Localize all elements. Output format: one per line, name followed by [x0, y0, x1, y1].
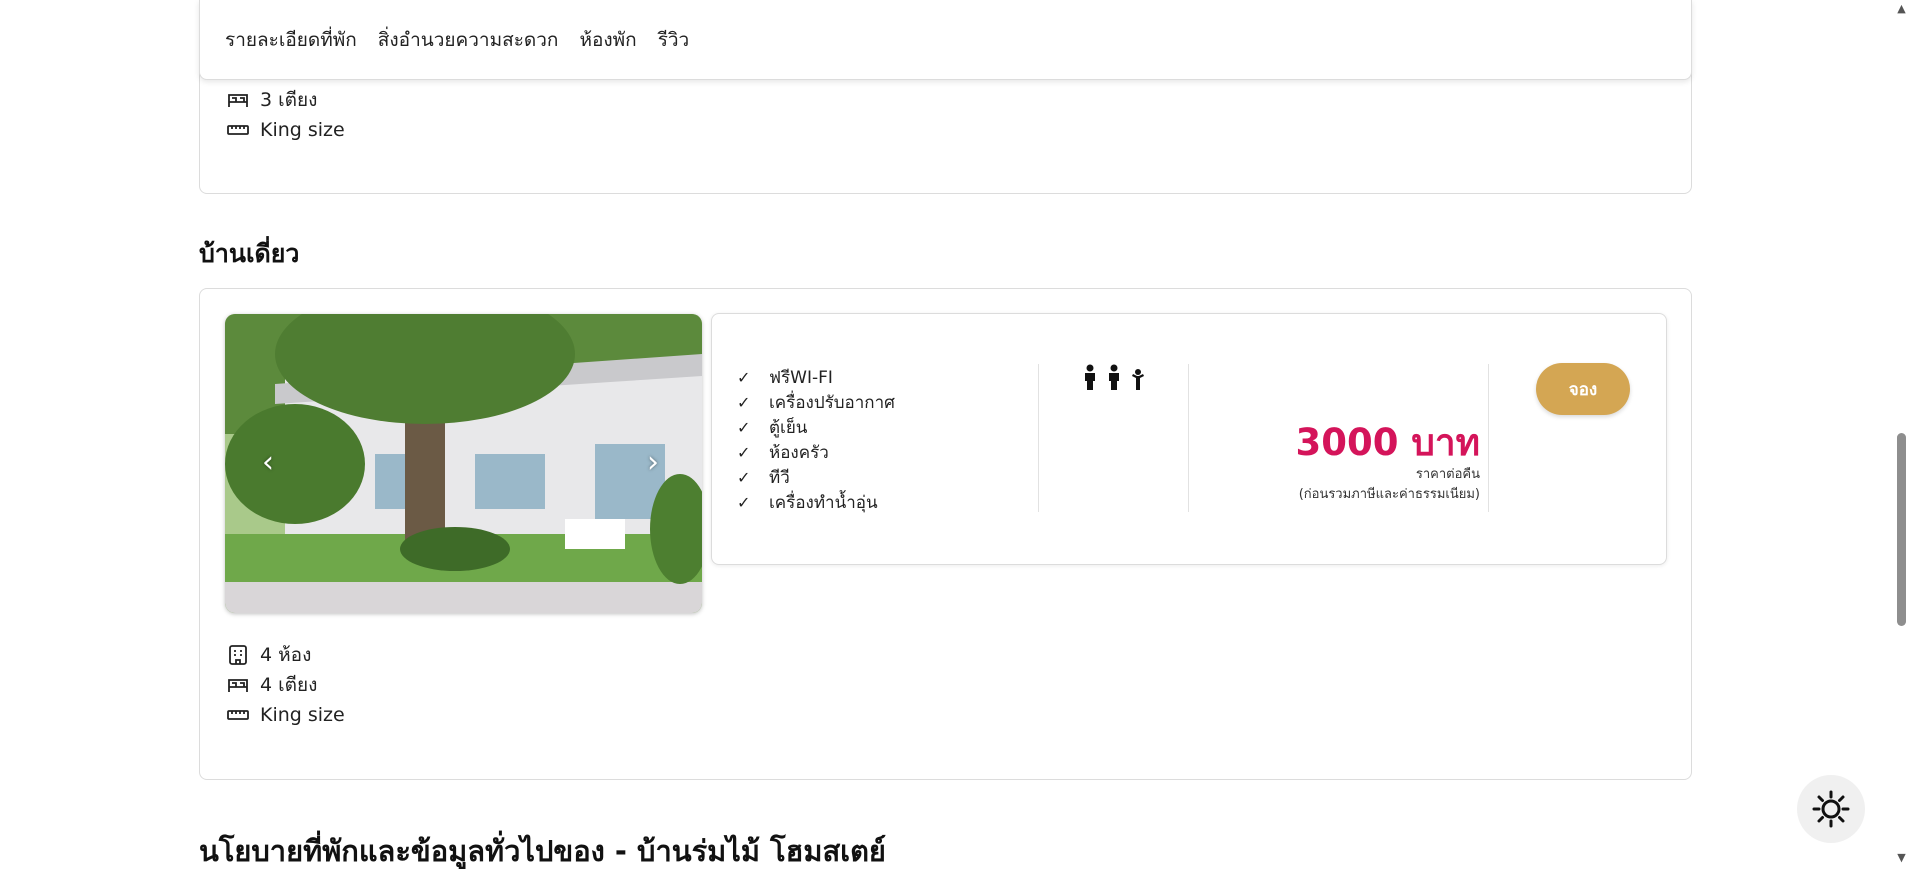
sun-icon	[1812, 790, 1850, 828]
bed-size-fact: King size	[226, 115, 345, 145]
chevron-left-icon[interactable]: ‹	[255, 448, 281, 478]
rooms-label: 4 ห้อง	[260, 644, 312, 666]
divider	[1488, 364, 1489, 512]
tab-property-details[interactable]: รายละเอียดที่พัก	[225, 25, 357, 55]
tab-rooms[interactable]: ห้องพัก	[579, 25, 636, 55]
policy-title: นโยบายที่พักและข้อมูลทั่วไปของ - บ้านร่ม…	[199, 834, 886, 868]
beds-label: 4 เตียง	[260, 674, 318, 696]
amenity-item: ✓ ตู้เย็น	[737, 418, 808, 438]
scroll-up-icon[interactable]: ▲	[1893, 2, 1910, 15]
scroll-thumb[interactable]	[1897, 433, 1906, 626]
tab-facilities[interactable]: สิ่งอำนวยความสะดวก	[378, 25, 559, 55]
divider	[1188, 364, 1189, 512]
room-facts: 4 ห้อง 4 เตียง King size	[226, 640, 345, 730]
room-photo	[225, 314, 702, 613]
beds-fact: 3 เตียง	[226, 85, 345, 115]
scroll-down-icon[interactable]: ▼	[1893, 851, 1910, 864]
page-scrollbar[interactable]: ▲ ▼	[1893, 0, 1910, 869]
theme-toggle-button[interactable]	[1797, 775, 1865, 843]
room-photo-carousel[interactable]: ‹ ›	[225, 314, 702, 613]
price-block: 3000 บาท ราคาต่อคืน (ก่อนรวมภาษีและค่าธร…	[1295, 421, 1480, 505]
child-icon	[1132, 369, 1144, 390]
divider	[1038, 364, 1039, 512]
bed-icon	[228, 94, 248, 107]
chevron-right-icon[interactable]: ›	[640, 448, 666, 478]
bed-size-label: King size	[260, 119, 345, 141]
check-icon: ✓	[737, 468, 751, 487]
bed-size-fact: King size	[226, 700, 345, 730]
ruler-icon	[227, 125, 249, 135]
amenities-list: ✓ ฟรีWI-FI ✓ เครื่องปรับอากาศ ✓ ตู้เย็น ✓ ห้…	[737, 365, 895, 515]
adult-icon	[1085, 364, 1095, 390]
check-icon: ✓	[737, 418, 751, 437]
check-icon: ✓	[737, 368, 751, 387]
check-icon: ✓	[737, 443, 751, 462]
check-icon: ✓	[737, 393, 751, 412]
room-price: 3000 บาท	[1295, 421, 1480, 464]
bed-size-label: King size	[260, 704, 345, 726]
amenity-item: ✓ ฟรีWI-FI	[737, 368, 833, 388]
amenity-item: ✓ เครื่องทำน้ำอุ่น	[737, 493, 878, 513]
guest-capacity	[1082, 364, 1146, 390]
room-details-panel: ✓ ฟรีWI-FI ✓ เครื่องปรับอากาศ ✓ ตู้เย็น ✓ ห้…	[711, 313, 1667, 565]
previous-room-facts: 3 เตียง King size	[226, 85, 345, 145]
bed-icon	[228, 679, 248, 692]
tab-reviews[interactable]: รีวิว	[658, 25, 690, 55]
amenity-item: ✓ ห้องครัว	[737, 443, 829, 463]
price-unit: ราคาต่อคืน	[1415, 467, 1480, 482]
adult-icon	[1109, 364, 1119, 390]
beds-fact: 4 เตียง	[226, 670, 345, 700]
ruler-icon	[227, 710, 249, 720]
beds-label: 3 เตียง	[260, 89, 318, 111]
rooms-fact: 4 ห้อง	[226, 640, 345, 670]
price-note: (ก่อนรวมภาษีและค่าธรรมเนียม)	[1298, 487, 1480, 502]
book-button[interactable]: จอง	[1536, 363, 1630, 415]
amenity-item: ✓ เครื่องปรับอากาศ	[737, 393, 895, 413]
section-tab-bar: รายละเอียดที่พัก สิ่งอำนวยความสะดวก ห้อง…	[199, 0, 1692, 80]
amenity-item: ✓ ทีวี	[737, 468, 790, 488]
building-icon	[229, 645, 247, 665]
check-icon: ✓	[737, 493, 751, 512]
room-title: บ้านเดี่ยว	[199, 239, 300, 268]
